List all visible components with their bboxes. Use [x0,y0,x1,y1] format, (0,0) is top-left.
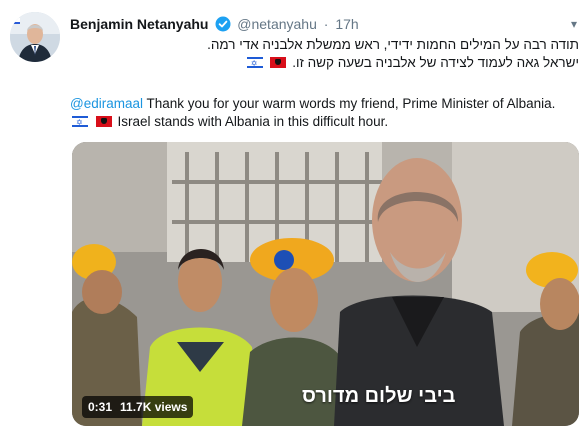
author-name[interactable]: Benjamin Netanyahu [70,16,208,32]
tweet-header: Benjamin Netanyahu @netanyahu · 17h ▾ [70,14,577,34]
hebrew-line-1: תודה רבה על המילים החמות ידידי, ראש ממשל… [207,37,579,52]
albania-flag-icon [95,116,112,127]
israel-flag-icon [72,114,88,132]
english-line-1: Thank you for your warm words my friend,… [142,96,556,111]
author-handle[interactable]: @netanyahu [237,16,317,32]
tweet-text-hebrew-1: תודה רבה על המילים החמות ידידי, ראש ממשל… [70,36,579,54]
separator-dot: · [323,16,329,32]
chevron-down-icon[interactable]: ▾ [571,14,577,34]
albania-flag-icon [270,57,287,68]
tweet-text-english-1: @ediramaal Thank you for your warm words… [70,95,579,113]
video-stats-pill: 0:31 11.7K views [82,396,194,418]
video-duration: 0:31 [88,400,113,414]
avatar[interactable] [10,12,60,62]
video-views: 11.7K views [120,400,188,414]
verified-badge-icon [215,16,231,32]
english-line-2: Israel stands with Albania in this diffi… [117,114,389,129]
tweet-text-hebrew-2: ישראל גאה לעמוד לצידה של אלבניה בשעה קשה… [70,54,579,73]
mention-link[interactable]: @ediramaal [70,96,143,111]
tweet-timestamp[interactable]: 17h [335,16,358,32]
video-subtitle: ביבי שלום מדורס [302,385,456,407]
tweet[interactable]: Benjamin Netanyahu @netanyahu · 17h ▾ תו… [0,0,587,444]
video-frame [72,142,579,426]
israel-flag-icon [246,55,263,73]
tweet-text-english-2: Israel stands with Albania in this diffi… [70,113,579,132]
video-player[interactable]: ביבי שלום מדורס 0:31 11.7K views [72,142,579,426]
avatar-image [10,12,60,62]
hebrew-line-2: ישראל גאה לעמוד לצידה של אלבניה בשעה קשה… [292,55,579,70]
